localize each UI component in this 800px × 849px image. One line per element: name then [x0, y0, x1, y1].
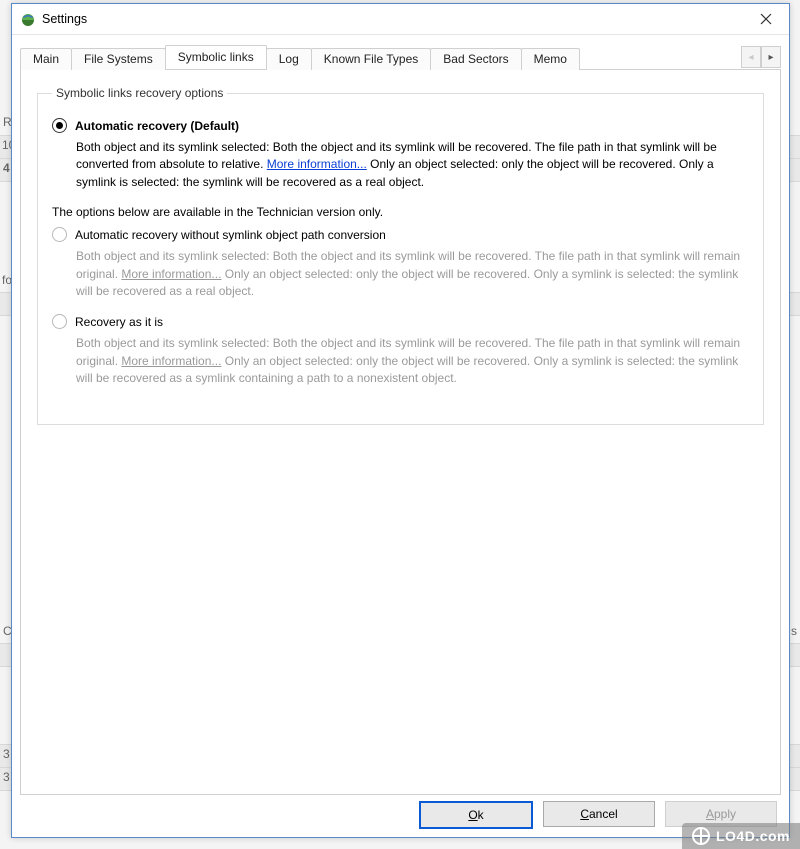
app-icon [20, 11, 36, 27]
tab-file-systems[interactable]: File Systems [71, 48, 166, 70]
more-info-link[interactable]: More information... [121, 267, 221, 281]
watermark: LO4D.com [682, 823, 800, 849]
tab-scroll-left[interactable]: ◂ [741, 46, 761, 68]
titlebar: Settings [12, 4, 789, 35]
option-description: Both object and its symlink selected: Bo… [76, 139, 749, 191]
bg-num: 3 [3, 770, 10, 784]
globe-icon [692, 827, 710, 845]
option-description: Both object and its symlink selected: Bo… [76, 248, 749, 300]
tab-bad-sectors[interactable]: Bad Sectors [430, 48, 521, 70]
option-description: Both object and its symlink selected: Bo… [76, 335, 749, 387]
tab-symbolic-links[interactable]: Symbolic links [165, 45, 267, 69]
radio-row[interactable]: Automatic recovery (Default) [52, 118, 749, 133]
bg-num: 3 [3, 747, 10, 761]
symlink-recovery-group: Symbolic links recovery options Automati… [37, 86, 764, 425]
radio-row: Recovery as it is [52, 314, 749, 329]
cancel-button[interactable]: Cancel [543, 801, 655, 827]
ok-button[interactable]: Ok [419, 801, 533, 829]
bg-num: 4 [3, 161, 10, 175]
client-area: Main File Systems Symbolic links Log Kno… [12, 35, 789, 837]
tab-scroll: ◂ ▸ [741, 46, 781, 66]
more-info-link[interactable]: More information... [267, 157, 367, 171]
dialog-buttons: Ok Cancel Apply [20, 795, 781, 829]
bg-letter: s [791, 624, 797, 638]
tab-known-file-types[interactable]: Known File Types [311, 48, 432, 70]
radio-label: Automatic recovery (Default) [75, 119, 239, 133]
close-button[interactable] [743, 4, 789, 34]
tab-strip: Main File Systems Symbolic links Log Kno… [20, 45, 781, 69]
option-no-conversion: Automatic recovery without symlink objec… [52, 227, 749, 300]
radio-icon [52, 227, 67, 242]
watermark-text: LO4D.com [716, 828, 790, 844]
group-legend: Symbolic links recovery options [52, 86, 227, 100]
tab-log[interactable]: Log [266, 48, 312, 70]
more-info-link[interactable]: More information... [121, 354, 221, 368]
radio-icon [52, 314, 67, 329]
radio-row: Automatic recovery without symlink objec… [52, 227, 749, 242]
tab-main[interactable]: Main [20, 48, 72, 70]
option-automatic-recovery: Automatic recovery (Default) Both object… [52, 118, 749, 191]
option-as-it-is: Recovery as it is Both object and its sy… [52, 314, 749, 387]
radio-label: Automatic recovery without symlink objec… [75, 228, 386, 242]
tab-memory[interactable]: Memo [521, 48, 580, 70]
window-title: Settings [42, 12, 87, 26]
tab-panel: Symbolic links recovery options Automati… [20, 69, 781, 795]
tab-scroll-right[interactable]: ▸ [761, 46, 781, 68]
radio-icon[interactable] [52, 118, 67, 133]
radio-label: Recovery as it is [75, 315, 163, 329]
technician-note: The options below are available in the T… [52, 205, 749, 219]
settings-dialog: Settings Main File Systems Symbolic link… [11, 3, 790, 838]
